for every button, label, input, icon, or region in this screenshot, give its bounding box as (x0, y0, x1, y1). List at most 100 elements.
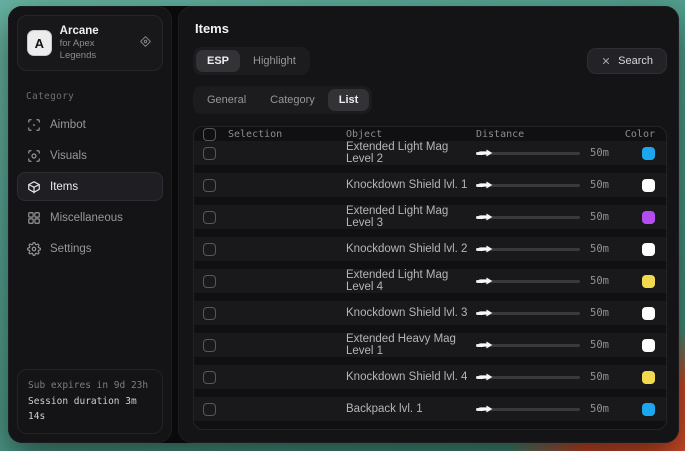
row-checkbox[interactable] (203, 275, 216, 288)
distance-cell: 50m (468, 339, 620, 351)
gear-icon (27, 242, 41, 256)
sidebar-nav: Aimbot Visuals Items Miscellaneous Setti… (9, 106, 171, 267)
mode-tabs: ESPHighlight (193, 47, 310, 75)
search-button-label: Search (618, 55, 653, 67)
color-swatch[interactable] (642, 211, 655, 224)
row-checkbox[interactable] (203, 339, 216, 352)
row-checkbox[interactable] (203, 211, 216, 224)
distance-slider[interactable] (476, 280, 580, 283)
table-row: Extended Light Mag Level 4 50m (194, 269, 666, 293)
object-name: Knockdown Shield lvl. 3 (346, 307, 468, 319)
distance-cell: 50m (468, 371, 620, 383)
column-header-color: Color (620, 129, 666, 140)
sidebar-item-items[interactable]: Items (17, 172, 163, 201)
distance-slider[interactable] (476, 248, 580, 251)
distance-slider[interactable] (476, 312, 580, 315)
color-swatch[interactable] (642, 403, 655, 416)
distance-slider[interactable] (476, 376, 580, 379)
x-icon (601, 56, 611, 66)
tab-category[interactable]: Category (259, 89, 326, 111)
category-label: Category (26, 91, 171, 102)
slider-thumb[interactable] (479, 150, 492, 157)
distance-value: 50m (590, 179, 616, 191)
tab-general[interactable]: General (196, 89, 257, 111)
object-name: Extended Light Mag Level 3 (346, 205, 468, 229)
color-swatch[interactable] (642, 339, 655, 352)
color-swatch[interactable] (642, 275, 655, 288)
scan-eye-icon (27, 149, 41, 163)
view-tabs: GeneralCategoryList (193, 86, 372, 114)
app-name: Arcane (60, 24, 130, 38)
search-button[interactable]: Search (587, 48, 667, 74)
distance-cell: 50m (468, 147, 620, 159)
distance-value: 50m (590, 403, 616, 415)
table-row: Knockdown Shield lvl. 2 50m (194, 237, 666, 261)
row-checkbox[interactable] (203, 243, 216, 256)
distance-cell: 50m (468, 179, 620, 191)
distance-value: 50m (590, 339, 616, 351)
row-checkbox[interactable] (203, 371, 216, 384)
table-row: Knockdown Shield lvl. 1 50m (194, 173, 666, 197)
distance-cell: 50m (468, 403, 620, 415)
distance-value: 50m (590, 307, 616, 319)
app-subtitle: for Apex Legends (60, 38, 130, 62)
color-swatch[interactable] (642, 371, 655, 384)
color-swatch[interactable] (642, 179, 655, 192)
main-panel: Items ESPHighlight Search GeneralCategor… (178, 6, 679, 443)
table-body: Extended Light Mag Level 2 50m Knockdown… (194, 141, 666, 429)
distance-value: 50m (590, 371, 616, 383)
distance-cell: 50m (468, 275, 620, 287)
column-header-distance: Distance (468, 129, 620, 140)
app-window: A Arcane for Apex Legends Category Aimbo… (8, 6, 679, 443)
color-swatch[interactable] (642, 307, 655, 320)
app-logo: A (27, 30, 52, 56)
color-swatch[interactable] (642, 243, 655, 256)
slider-thumb[interactable] (479, 310, 492, 317)
page-title: Items (195, 21, 667, 36)
sub-expires-text: Sub expires in 9d 23h (28, 378, 152, 394)
slider-thumb[interactable] (479, 406, 492, 413)
sidebar-item-miscellaneous[interactable]: Miscellaneous (17, 203, 163, 232)
slider-thumb[interactable] (479, 278, 492, 285)
row-checkbox[interactable] (203, 147, 216, 160)
app-header-card: A Arcane for Apex Legends (17, 15, 163, 71)
tab-highlight[interactable]: Highlight (242, 50, 307, 72)
distance-slider[interactable] (476, 184, 580, 187)
crosshair-icon (27, 118, 41, 132)
row-checkbox[interactable] (203, 179, 216, 192)
distance-value: 50m (590, 275, 616, 287)
items-table: Selection Object Distance Color Extended… (193, 126, 667, 430)
select-all-checkbox[interactable] (203, 128, 216, 141)
slider-thumb[interactable] (479, 374, 492, 381)
sidebar-item-settings[interactable]: Settings (17, 234, 163, 263)
object-name: Backpack lvl. 1 (346, 403, 468, 415)
grid-icon (27, 211, 41, 225)
object-name: Extended Light Mag Level 2 (346, 141, 468, 165)
table-row: Extended Light Mag Level 2 50m (194, 141, 666, 165)
distance-value: 50m (590, 211, 616, 223)
color-swatch[interactable] (642, 147, 655, 160)
slider-thumb[interactable] (479, 246, 492, 253)
diamond-icon (139, 35, 152, 51)
sidebar-item-aimbot[interactable]: Aimbot (17, 110, 163, 139)
distance-slider[interactable] (476, 152, 580, 155)
slider-thumb[interactable] (479, 342, 492, 349)
tab-list[interactable]: List (328, 89, 370, 111)
tab-esp[interactable]: ESP (196, 50, 240, 72)
row-checkbox[interactable] (203, 307, 216, 320)
diamond-badge-button[interactable] (138, 35, 153, 51)
row-checkbox[interactable] (203, 403, 216, 416)
distance-cell: 50m (468, 243, 620, 255)
distance-slider[interactable] (476, 344, 580, 347)
table-row: Extended Light Mag Level 3 50m (194, 205, 666, 229)
slider-thumb[interactable] (479, 182, 492, 189)
table-row: Extended Heavy Mag Level 1 50m (194, 333, 666, 357)
sidebar-item-visuals[interactable]: Visuals (17, 141, 163, 170)
toolbar: ESPHighlight Search (193, 47, 667, 75)
slider-thumb[interactable] (479, 214, 492, 221)
distance-cell: 50m (468, 211, 620, 223)
distance-slider[interactable] (476, 408, 580, 411)
view-tabs-row: GeneralCategoryList (193, 86, 667, 114)
distance-slider[interactable] (476, 216, 580, 219)
distance-value: 50m (590, 243, 616, 255)
